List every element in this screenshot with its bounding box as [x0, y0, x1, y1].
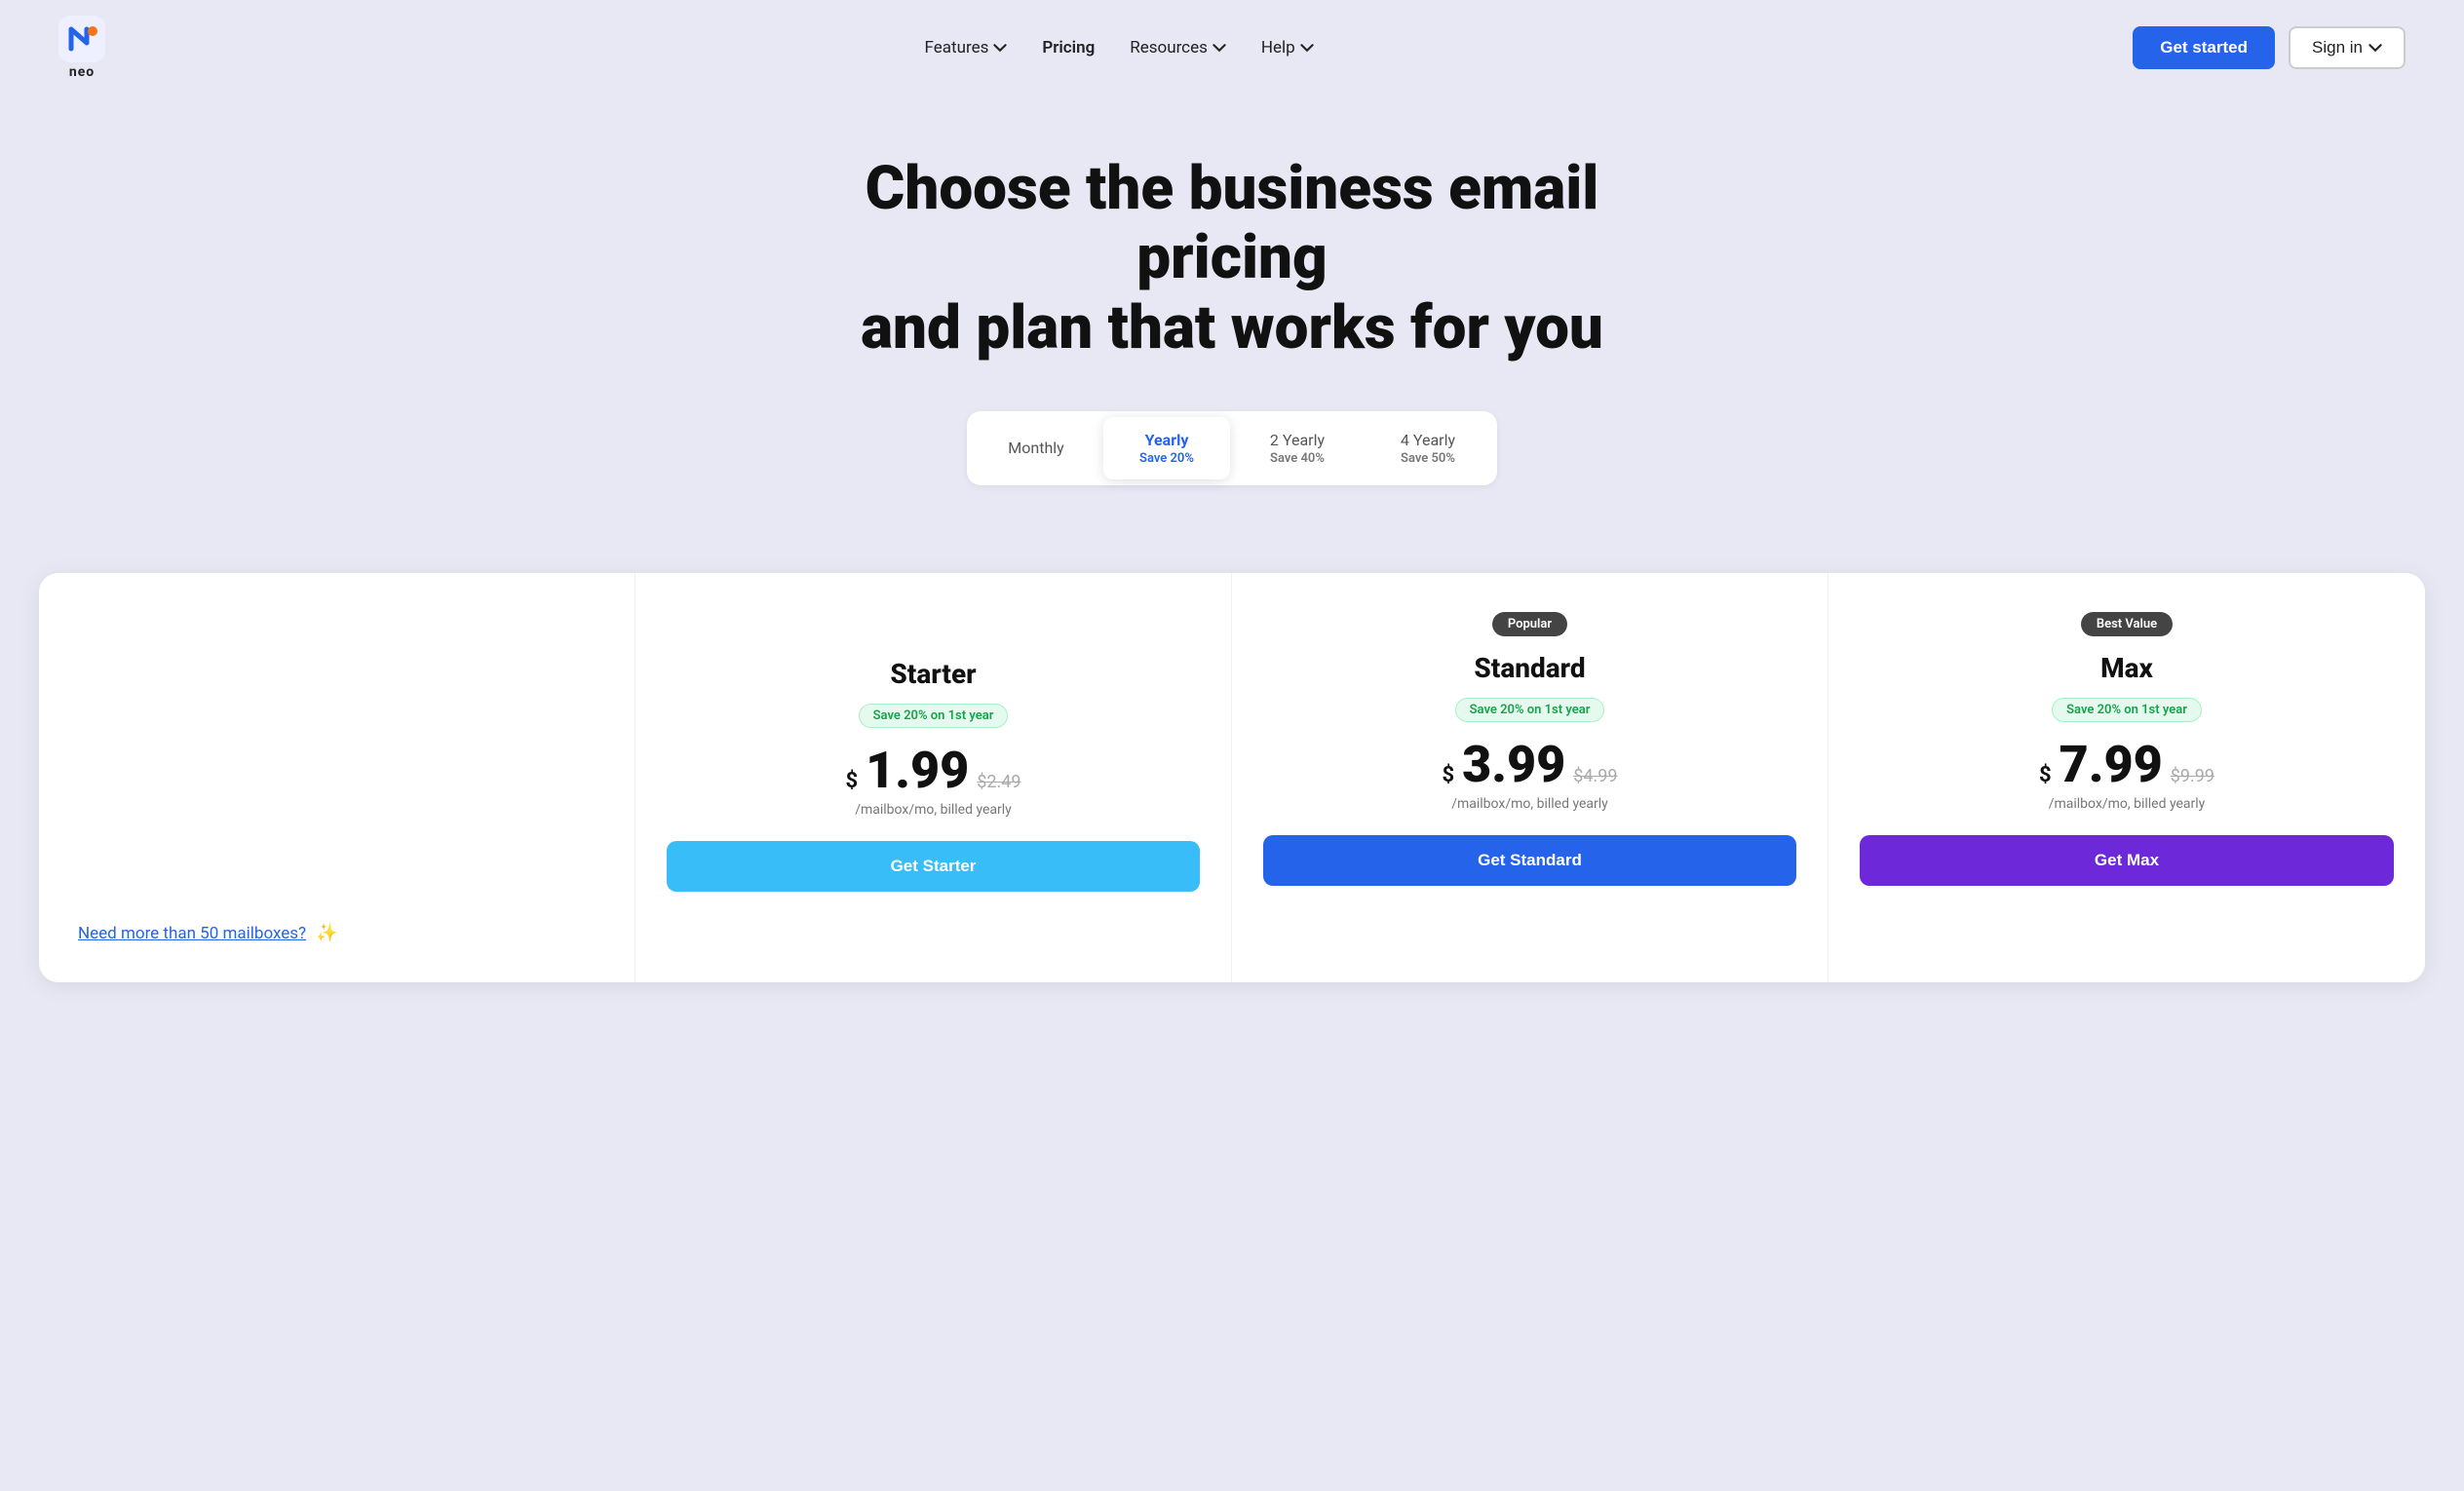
price-main-starter: 1.99 — [866, 746, 969, 796]
toggle-4yearly[interactable]: 4 Yearly Save 50% — [1365, 417, 1491, 479]
price-main-max: 7.99 — [2060, 740, 2163, 790]
save-tag-starter: Save 20% on 1st year — [859, 704, 1009, 728]
toggle-monthly[interactable]: Monthly — [973, 425, 1099, 471]
nav-features[interactable]: Features — [925, 38, 1008, 57]
save-tag-max: Save 20% on 1st year — [2052, 698, 2202, 722]
sign-in-button[interactable]: Sign in — [2289, 26, 2406, 69]
price-sub-starter: /mailbox/mo, billed yearly — [855, 802, 1012, 818]
nav-resources[interactable]: Resources — [1130, 38, 1226, 57]
nav-actions: Get started Sign in — [2133, 26, 2406, 69]
price-main-standard: 3.99 — [1462, 740, 1565, 790]
get-starter-button[interactable]: Get Starter — [667, 841, 1200, 892]
sparkle-icon: ✨ — [316, 923, 337, 943]
best-value-badge: Best Value — [2081, 612, 2173, 636]
mailbox-link-row: Need more than 50 mailboxes? ✨ — [78, 923, 596, 943]
plan-name-max: Max — [2100, 652, 2153, 684]
left-column: Need more than 50 mailboxes? ✨ — [39, 573, 635, 982]
toggle-2yearly[interactable]: 2 Yearly Save 40% — [1234, 417, 1361, 479]
chevron-down-icon — [993, 41, 1007, 55]
price-row-max: $ 7.99 $9.99 — [2039, 740, 2214, 790]
price-row-standard: $ 3.99 $4.99 — [1442, 740, 1617, 790]
popular-badge: Popular — [1492, 612, 1567, 636]
mailbox-link[interactable]: Need more than 50 mailboxes? — [78, 924, 306, 943]
plan-card-max: Best Value Max Save 20% on 1st year $ 7.… — [1829, 573, 2425, 982]
plan-name-starter: Starter — [890, 658, 976, 690]
pricing-cards: Need more than 50 mailboxes? ✨ Starter S… — [39, 573, 2425, 982]
chevron-down-icon — [1300, 41, 1314, 55]
price-dollar-max: $ — [2039, 763, 2052, 787]
plan-card-standard: Popular Standard Save 20% on 1st year $ … — [1232, 573, 1829, 982]
hero-section: Choose the business email pricing and pl… — [0, 96, 2464, 573]
price-original-starter: $2.49 — [977, 772, 1020, 792]
nav-links: Features Pricing Resources Help — [925, 38, 1314, 57]
chevron-down-icon — [2368, 41, 2382, 55]
navbar: neo Features Pricing Resources Help Get … — [0, 0, 2464, 96]
price-original-standard: $4.99 — [1573, 766, 1617, 786]
hero-title: Choose the business email pricing and pl… — [793, 154, 1671, 363]
chevron-down-icon — [1213, 41, 1226, 55]
billing-toggle: Monthly Yearly Save 20% 2 Yearly Save 40… — [967, 411, 1497, 485]
price-sub-max: /mailbox/mo, billed yearly — [2049, 796, 2206, 812]
price-original-max: $9.99 — [2171, 766, 2214, 786]
plan-name-standard: Standard — [1474, 652, 1585, 684]
get-started-button[interactable]: Get started — [2133, 26, 2275, 69]
nav-help[interactable]: Help — [1261, 38, 1314, 57]
save-tag-standard: Save 20% on 1st year — [1455, 698, 1605, 722]
price-dollar-standard: $ — [1442, 763, 1454, 787]
logo[interactable]: neo — [58, 16, 105, 80]
nav-pricing[interactable]: Pricing — [1042, 38, 1095, 57]
get-standard-button[interactable]: Get Standard — [1263, 835, 1796, 886]
get-max-button[interactable]: Get Max — [1860, 835, 2394, 886]
price-dollar-starter: $ — [845, 769, 858, 793]
neo-logo-icon — [58, 16, 105, 62]
price-row-starter: $ 1.99 $2.49 — [845, 746, 1020, 796]
pricing-section: Need more than 50 mailboxes? ✨ Starter S… — [0, 573, 2464, 1021]
plan-card-starter: Starter Save 20% on 1st year $ 1.99 $2.4… — [635, 573, 1232, 982]
price-sub-standard: /mailbox/mo, billed yearly — [1451, 796, 1608, 812]
toggle-yearly[interactable]: Yearly Save 20% — [1103, 417, 1230, 479]
logo-text: neo — [69, 64, 95, 80]
